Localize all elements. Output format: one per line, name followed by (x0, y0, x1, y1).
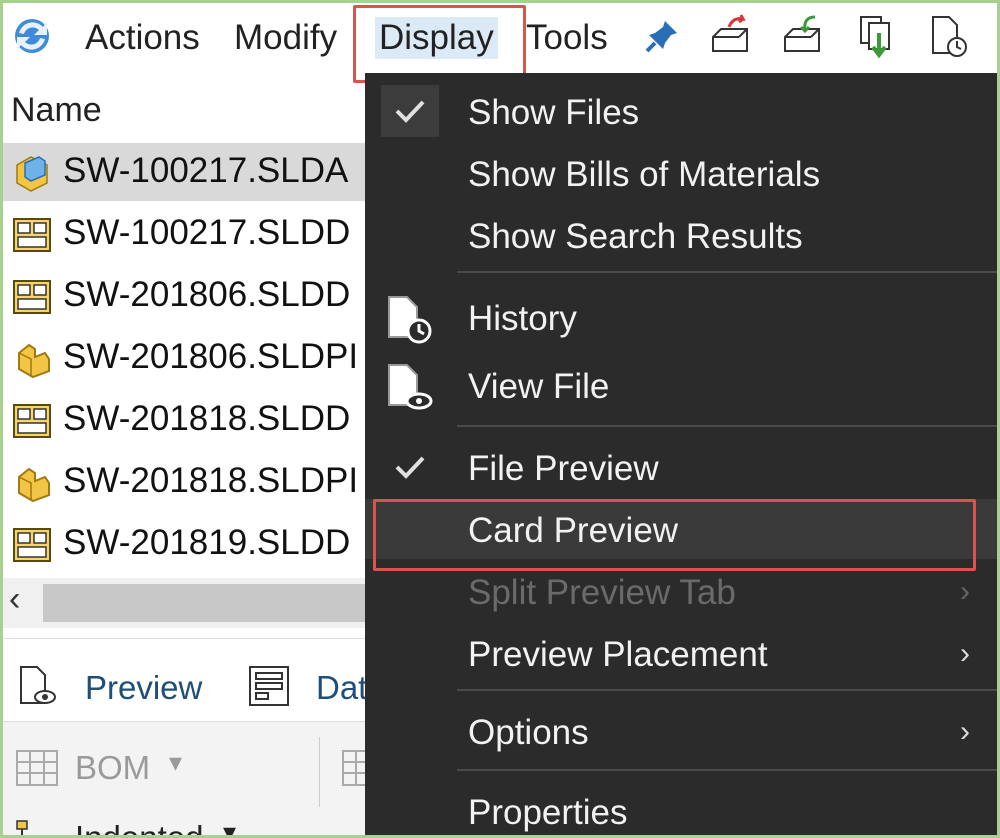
menu-item-file-preview[interactable]: File Preview (365, 437, 997, 497)
drawing-icon (13, 404, 51, 438)
file-name: SW-201819.SLDD (63, 523, 351, 562)
menu-separator (457, 769, 997, 771)
display-menu-highlight (353, 5, 526, 83)
preview-icon (20, 666, 56, 704)
import-box-icon[interactable] (779, 13, 825, 59)
menu-item-preview-placement[interactable]: Preview Placement › (365, 623, 997, 683)
menu-item-label: View File (468, 367, 610, 406)
assembly-icon (16, 156, 48, 192)
menu-item-label: Preview Placement (468, 635, 768, 674)
file-name: SW-201806.SLDD (63, 275, 351, 314)
drawing-icon (13, 218, 51, 252)
table-row[interactable]: SW-201818.SLDD (3, 391, 373, 449)
menu-separator (457, 689, 997, 691)
menu-item-label: Split Preview Tab (468, 573, 736, 612)
chevron-right-icon: › (960, 575, 970, 608)
menu-item-label: Show Files (468, 93, 640, 132)
menu-item-show-search-results[interactable]: Show Search Results (365, 205, 997, 265)
table-row[interactable]: SW-201806.SLDD (3, 267, 373, 325)
scroll-left-icon[interactable]: ‹ (9, 580, 20, 619)
indented-icon (16, 820, 28, 835)
menu-actions[interactable]: Actions (85, 17, 200, 59)
menu-item-label: Options (468, 713, 589, 752)
display-menu: Show Files Show Bills of Materials Show … (365, 73, 997, 835)
menu-modify[interactable]: Modify (234, 17, 337, 59)
chevron-right-icon: › (960, 715, 970, 748)
chevron-down-icon[interactable]: ▾ (223, 817, 236, 835)
menu-item-options[interactable]: Options › (365, 701, 997, 761)
datacard-icon (249, 666, 289, 706)
history-icon (388, 296, 432, 344)
table-row[interactable]: SW-100217.SLDA (3, 143, 373, 201)
menu-item-show-bom[interactable]: Show Bills of Materials (365, 143, 997, 203)
chevron-down-icon[interactable]: ▾ (169, 747, 182, 778)
menu-separator (457, 425, 997, 427)
file-name: SW-201818.SLDD (63, 399, 351, 438)
indented-dropdown[interactable]: Indented (75, 819, 203, 835)
tab-preview[interactable]: Preview (85, 669, 202, 707)
file-name: SW-201818.SLDPI (63, 461, 359, 500)
tab-datacard[interactable]: Dat (316, 669, 367, 707)
table-row[interactable]: SW-201818.SLDPI (3, 453, 373, 511)
drawing-icon (13, 280, 51, 314)
file-name: SW-100217.SLDA (63, 151, 349, 190)
part-icon (18, 467, 50, 503)
menu-item-history[interactable]: History (365, 287, 997, 347)
preview-tab-bar: Preview Dat (3, 639, 373, 722)
file-name: SW-100217.SLDD (63, 213, 351, 252)
drawing-icon (13, 528, 51, 562)
menu-item-label: File Preview (468, 449, 659, 488)
bom-dropdown[interactable]: BOM (75, 749, 150, 787)
part-icon (18, 343, 50, 379)
menu-item-show-files[interactable]: Show Files (365, 81, 997, 141)
history-doc-icon[interactable] (925, 13, 971, 59)
check-icon (381, 441, 439, 493)
column-header-name[interactable]: Name (11, 91, 102, 130)
app-window: Actions Modify Display Tools Name SW-100… (0, 0, 1000, 838)
table-row[interactable]: SW-201806.SLDPI (3, 329, 373, 387)
table-row[interactable]: SW-100217.SLDD (3, 205, 373, 263)
export-box-icon[interactable] (707, 13, 753, 59)
card-preview-highlight (373, 499, 976, 571)
pin-icon[interactable] (639, 13, 685, 59)
view-file-icon (388, 364, 433, 410)
scrollbar-thumb[interactable] (43, 584, 373, 622)
menu-separator (457, 271, 997, 273)
copy-down-icon[interactable] (855, 13, 901, 59)
chevron-right-icon: › (960, 637, 970, 670)
table-row[interactable]: SW-201819.SLDD (3, 515, 373, 573)
menu-item-label: Properties (468, 793, 628, 832)
menu-item-label: History (468, 299, 577, 338)
refresh-icon[interactable] (9, 13, 55, 59)
toolbar-divider (319, 737, 320, 807)
menu-item-view-file[interactable]: View File (365, 355, 997, 415)
menu-bar: Actions Modify Display Tools (3, 3, 997, 83)
menu-tools[interactable]: Tools (526, 17, 608, 59)
file-name: SW-201806.SLDPI (63, 337, 359, 376)
menu-item-label: Show Bills of Materials (468, 155, 821, 194)
table-grid-icon (16, 750, 58, 786)
check-icon (381, 85, 439, 137)
menu-item-label: Show Search Results (468, 217, 803, 256)
horizontal-scrollbar[interactable]: ‹ (3, 578, 373, 628)
bottom-panel: Preview Dat BOM ▾ Indented ▾ (3, 638, 373, 835)
menu-item-properties[interactable]: Properties (365, 781, 997, 835)
